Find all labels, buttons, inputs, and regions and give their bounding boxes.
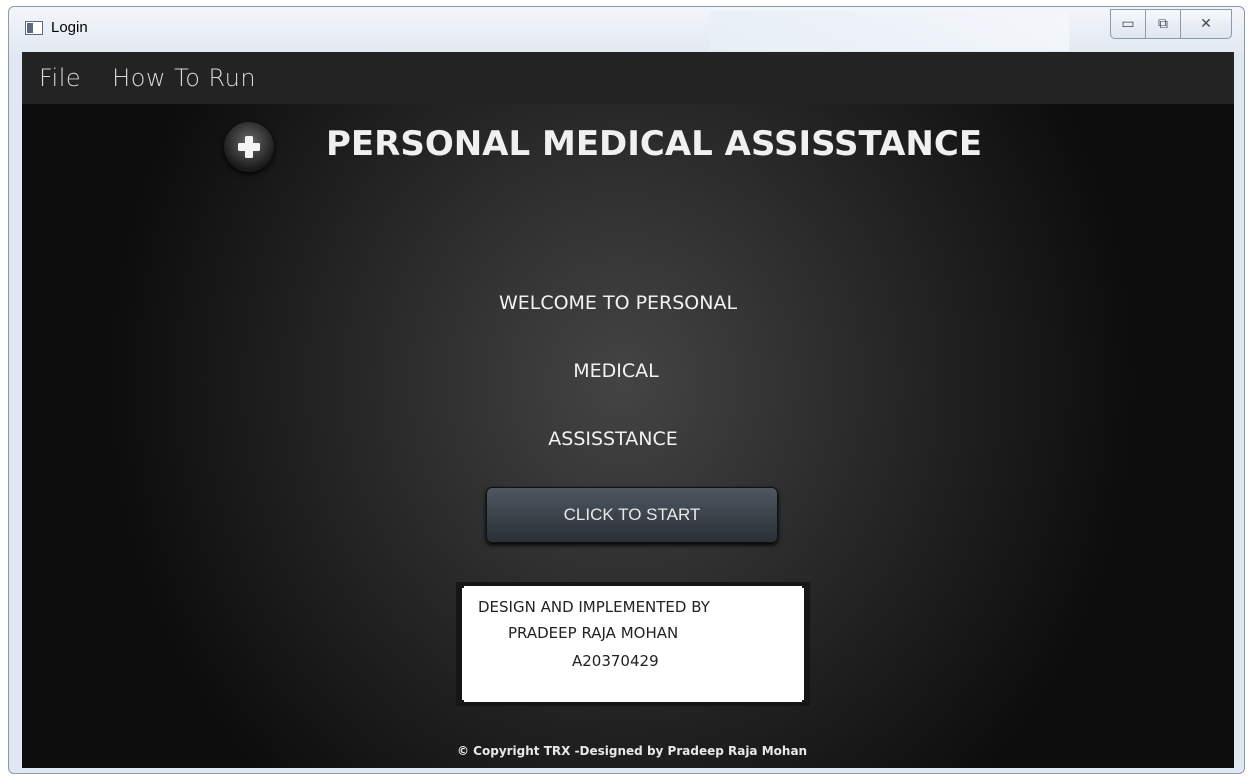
- click-to-start-button[interactable]: CLICK TO START: [486, 487, 778, 543]
- menu-file[interactable]: File: [22, 64, 81, 92]
- restore-button[interactable]: ⧉: [1145, 9, 1181, 39]
- copyright-text: © Copyright TRX -Designed by Pradeep Raj…: [457, 744, 808, 758]
- app-title: PERSONAL MEDICAL ASSISSTANCE: [326, 124, 983, 164]
- welcome-line-2: MEDICAL: [573, 360, 659, 382]
- credits-line-1: DESIGN AND IMPLEMENTED BY: [478, 598, 710, 616]
- menu-how-to-run[interactable]: How To Run: [95, 64, 256, 92]
- window-controls: ▭ ⧉ ✕: [1110, 9, 1232, 43]
- minimize-icon: ▭: [1121, 16, 1135, 32]
- menu-bar: File How To Run: [22, 52, 1234, 104]
- credits-line-2: PRADEEP RAJA MOHAN: [508, 624, 679, 642]
- credits-line-3: A20370429: [572, 652, 659, 670]
- close-button[interactable]: ✕: [1180, 9, 1232, 39]
- credits-panel-inner: DESIGN AND IMPLEMENTED BY PRADEEP RAJA M…: [464, 586, 802, 702]
- title-bar[interactable]: Login ▭ ⧉ ✕: [9, 7, 1244, 53]
- background-window-glimpse: [709, 11, 1069, 51]
- welcome-line-1: WELCOME TO PERSONAL: [498, 292, 738, 314]
- app-window-icon: [25, 21, 43, 35]
- medical-cross-icon: [224, 122, 274, 172]
- window-title: Login: [51, 19, 88, 36]
- welcome-line-3: ASSISSTANCE: [548, 428, 678, 450]
- app-content: File How To Run PERSONAL MEDICAL ASSISST…: [22, 52, 1234, 768]
- restore-icon: ⧉: [1158, 16, 1168, 32]
- credits-panel: DESIGN AND IMPLEMENTED BY PRADEEP RAJA M…: [456, 582, 810, 706]
- close-icon: ✕: [1200, 16, 1212, 32]
- login-window: Login ▭ ⧉ ✕ File How To Run PERSONAL MED…: [8, 6, 1245, 774]
- minimize-button[interactable]: ▭: [1110, 9, 1146, 39]
